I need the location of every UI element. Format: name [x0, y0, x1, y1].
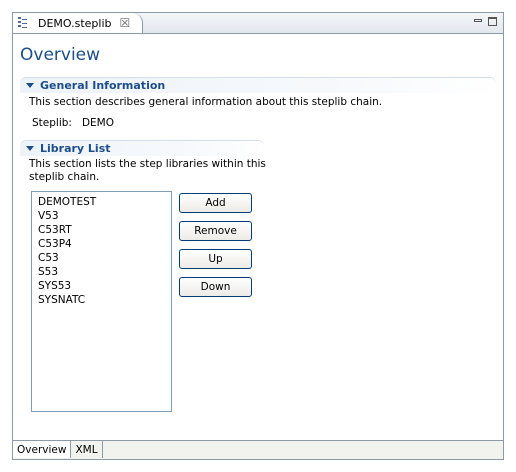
remove-button[interactable]: Remove	[179, 221, 252, 241]
list-item[interactable]: C53P4	[38, 237, 171, 251]
library-list-description-line2: steplib chain.	[29, 171, 100, 183]
section-title: General Information	[40, 79, 166, 92]
general-information-description: This section describes general informati…	[29, 96, 383, 108]
expand-twisty-icon[interactable]	[26, 146, 34, 151]
close-icon[interactable]: ☒	[120, 17, 131, 29]
section-title: Library List	[40, 142, 111, 155]
editor-window: DEMO.steplib ☒ Overview General Informat…	[12, 12, 504, 460]
up-button[interactable]: Up	[179, 249, 252, 269]
editor-page-tabs: Overview XML	[13, 440, 503, 459]
list-item[interactable]: S53	[38, 265, 171, 279]
list-item[interactable]: C53RT	[38, 223, 171, 237]
library-list-description: This section lists the step libraries wi…	[29, 158, 266, 184]
maximize-icon[interactable]	[488, 17, 497, 26]
list-item[interactable]: SYSNATC	[38, 293, 171, 307]
editor-tab-bar: DEMO.steplib ☒	[13, 13, 503, 34]
library-list-section-header[interactable]: Library List	[20, 140, 264, 156]
library-list-description-line1: This section lists the step libraries wi…	[29, 158, 266, 170]
editor-tab-demo-steplib[interactable]: DEMO.steplib ☒	[13, 13, 143, 33]
steplib-value: DEMO	[81, 117, 114, 129]
library-listbox[interactable]: DEMOTEST V53 C53RT C53P4 C53 S53 SYS53 S…	[31, 191, 172, 412]
editor-tab-label: DEMO.steplib	[38, 16, 112, 30]
steplib-file-icon	[18, 17, 28, 29]
down-button[interactable]: Down	[179, 277, 252, 297]
expand-twisty-icon[interactable]	[26, 83, 34, 88]
general-information-section-header[interactable]: General Information	[20, 77, 496, 93]
list-item[interactable]: C53	[38, 251, 171, 265]
steplib-label: Steplib:	[32, 117, 72, 129]
list-item[interactable]: DEMOTEST	[38, 195, 171, 209]
tab-xml[interactable]: XML	[71, 441, 103, 458]
tab-overview[interactable]: Overview	[13, 441, 72, 458]
list-item[interactable]: V53	[38, 209, 171, 223]
add-button[interactable]: Add	[179, 193, 252, 213]
page-title: Overview	[20, 45, 101, 65]
steplib-row: Steplib: DEMO	[32, 117, 114, 129]
window-controls	[474, 17, 497, 26]
list-item[interactable]: SYS53	[38, 279, 171, 293]
minimize-icon[interactable]	[474, 19, 482, 22]
